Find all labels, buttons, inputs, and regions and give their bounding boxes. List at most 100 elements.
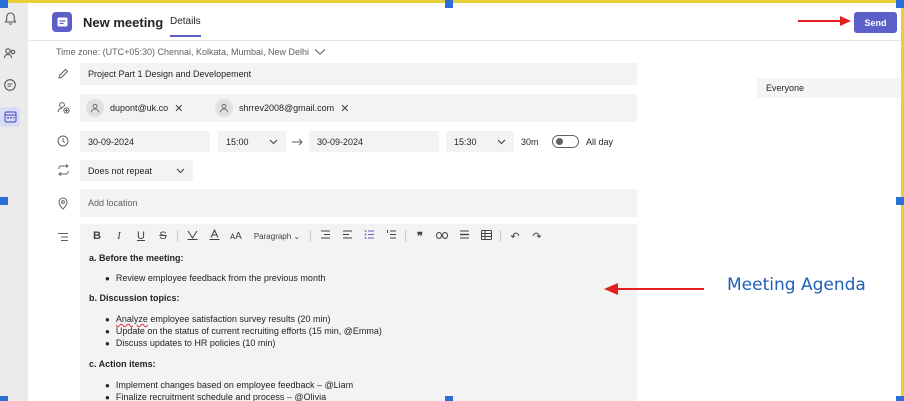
chevron-down-icon (314, 49, 326, 55)
all-day-label: All day (586, 137, 614, 147)
end-time-select[interactable]: 15:30 (446, 131, 514, 152)
resize-handle[interactable] (896, 396, 904, 401)
remove-attendee-icon[interactable]: ✕ (174, 102, 183, 115)
paragraph-style-label: Paragraph (253, 231, 292, 241)
end-time-value: 15:30 (454, 136, 477, 147)
annotation-arrow-agenda (604, 283, 704, 295)
font-size-icon[interactable]: ᴀA (225, 231, 247, 242)
tab-details[interactable]: Details (170, 16, 201, 37)
start-date-field[interactable]: 30-09-2024 (80, 131, 210, 152)
title-value: Project Part 1 Design and Developement (88, 69, 252, 79)
list-item-text: Analyze employee satisfaction survey res… (116, 313, 331, 325)
attendee-chip[interactable]: shrrev2008@gmail.com ✕ (215, 95, 349, 121)
resize-handle[interactable] (896, 197, 904, 205)
bold-icon[interactable]: B (86, 230, 108, 242)
start-date-value: 30-09-2024 (88, 136, 135, 147)
calendar-icon[interactable] (0, 107, 20, 127)
attendee-email: shrrev2008@gmail.com (239, 103, 335, 113)
add-attendee-icon (56, 100, 70, 114)
undo-icon[interactable]: ↶ (504, 230, 526, 243)
list-item-text: Review employee feedback from the previo… (115, 273, 326, 283)
meeting-header: New meeting Details Send (29, 3, 901, 41)
attendee-email: dupont@uk.co (110, 103, 169, 113)
avatar (86, 99, 104, 117)
timezone-label: Time zone: (UTC+05:30) Chennai, Kolkata,… (56, 47, 310, 57)
all-day-toggle[interactable] (552, 135, 579, 148)
bulleted-list-icon[interactable] (358, 230, 380, 242)
start-time-select[interactable]: 15:00 (218, 131, 286, 152)
format-toolbar: B I U S ᴀA Paragraph ⌄ ❞ ↶ ↷ (80, 224, 637, 248)
avatar (215, 99, 233, 117)
list-item-text: Update on the status of current recruiti… (115, 326, 382, 336)
list-item-text: Implement changes based on employee feed… (115, 380, 354, 390)
title-field[interactable]: Project Part 1 Design and Developement (80, 63, 637, 85)
end-date-value: 30-09-2024 (317, 136, 364, 147)
bell-icon[interactable] (0, 9, 20, 29)
send-button[interactable]: Send (854, 12, 897, 33)
teams-new-meeting-window: New meeting Details Send Time zone: (UTC… (0, 0, 904, 401)
repeat-select[interactable]: Does not repeat (80, 160, 193, 181)
section-heading: a. Before the meeting: (89, 253, 184, 263)
strikethrough-icon[interactable]: S (152, 230, 174, 242)
list-item: ● Discuss updates to HR policies (10 min) (105, 338, 276, 348)
agenda-annotation-label: Meeting Agenda (727, 275, 866, 295)
list-item-rest: employee satisfaction survey results (20… (147, 314, 331, 324)
repeat-value: Does not repeat (88, 165, 153, 176)
location-field[interactable]: Add location (80, 189, 637, 217)
italic-icon[interactable]: I (108, 230, 130, 242)
toggle-knob (556, 138, 563, 145)
resize-handle[interactable] (445, 0, 453, 8)
location-placeholder: Add location (88, 198, 138, 208)
resize-handle[interactable] (445, 396, 453, 401)
repeat-icon (56, 163, 70, 177)
end-date-field[interactable]: 30-09-2024 (309, 131, 439, 152)
list-item: ● Review employee feedback from the previ… (105, 273, 326, 283)
annotation-arrow-send (798, 16, 851, 26)
chat-icon[interactable] (0, 75, 20, 95)
quote-icon[interactable]: ❞ (409, 230, 431, 243)
description-editor[interactable]: B I U S ᴀA Paragraph ⌄ ❞ ↶ ↷ a. Before t… (80, 224, 637, 401)
teams-icon[interactable] (0, 43, 20, 63)
meeting-calendar-icon (52, 12, 72, 32)
section-heading: c. Action items: (89, 359, 156, 369)
resize-handle[interactable] (896, 0, 904, 8)
start-time-value: 15:00 (226, 136, 249, 147)
list-item-text: Finalize recruitment schedule and proces… (115, 392, 327, 401)
timezone-selector[interactable]: Time zone: (UTC+05:30) Chennai, Kolkata,… (56, 47, 326, 57)
location-pin-icon (56, 196, 70, 210)
chevron-down-icon (497, 139, 506, 144)
link-icon[interactable] (431, 230, 453, 242)
highlight-icon[interactable] (181, 229, 203, 243)
numbered-list-icon[interactable] (380, 230, 402, 242)
list-item: ● Finalize recruitment schedule and proce… (105, 392, 327, 401)
arrow-right-icon (292, 138, 303, 146)
page-title: New meeting (83, 15, 164, 30)
toolbar-divider (177, 230, 178, 242)
everyone-label: Everyone (766, 83, 805, 93)
duration-label: 30m (521, 137, 539, 147)
horizontal-rule-icon[interactable] (453, 230, 475, 242)
toolbar-divider (310, 230, 311, 242)
chevron-down-icon (269, 139, 278, 144)
decrease-indent-icon[interactable] (314, 230, 336, 242)
resize-handle[interactable] (0, 197, 8, 205)
description-lines-icon (56, 230, 70, 244)
pencil-icon (56, 67, 70, 81)
toolbar-divider (500, 230, 501, 242)
list-item-text: Discuss updates to HR policies (10 min) (115, 338, 276, 348)
underline-icon[interactable]: U (130, 230, 152, 242)
spellcheck-word: Analyze (115, 314, 148, 324)
font-color-icon[interactable] (203, 228, 225, 243)
resize-handle[interactable] (0, 396, 8, 401)
toolbar-divider (405, 230, 406, 242)
chevron-down-icon (176, 168, 185, 173)
attendee-chip[interactable]: dupont@uk.co ✕ (86, 95, 183, 121)
remove-attendee-icon[interactable]: ✕ (340, 102, 349, 115)
increase-indent-icon[interactable] (336, 230, 358, 242)
everyone-item[interactable]: Everyone (757, 78, 901, 98)
redo-icon[interactable]: ↷ (526, 230, 548, 243)
paragraph-style-select[interactable]: Paragraph ⌄ (247, 232, 307, 241)
resize-handle[interactable] (0, 0, 8, 8)
clock-icon (56, 134, 70, 148)
table-icon[interactable] (475, 229, 497, 243)
